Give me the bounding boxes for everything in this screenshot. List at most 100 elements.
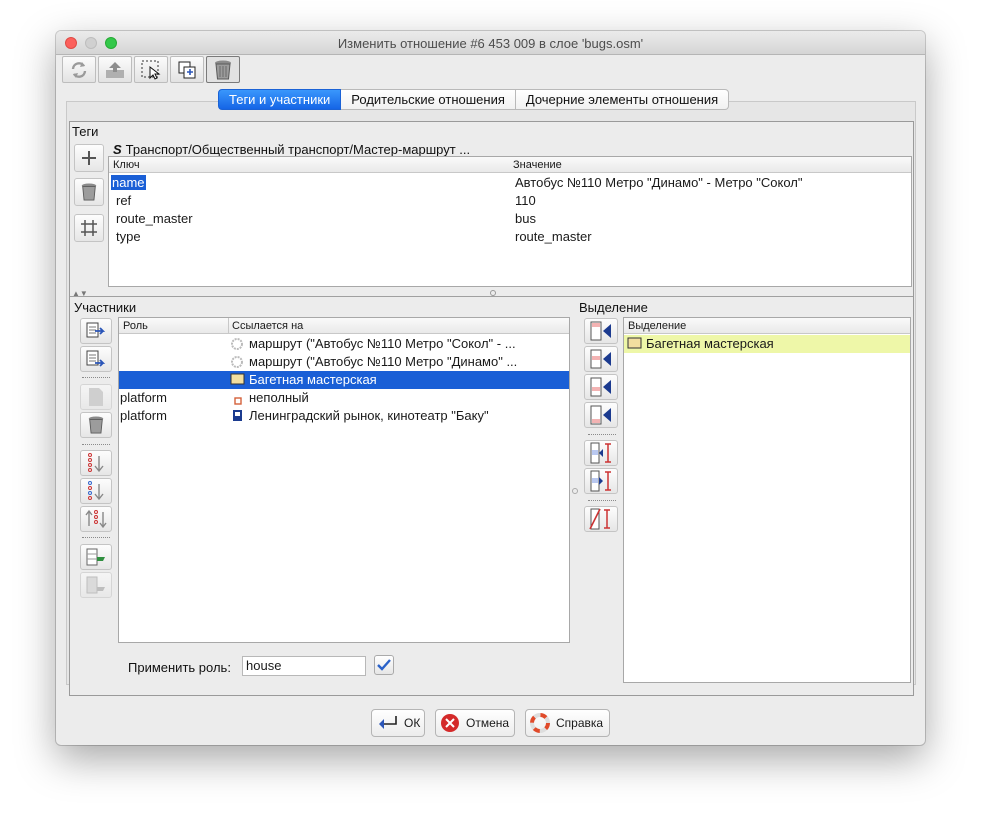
member-row[interactable]: маршрут ("Автобус №110 Метро "Динамо" ..… bbox=[119, 353, 569, 371]
incomplete-icon bbox=[234, 393, 242, 408]
reverse-icon bbox=[85, 509, 107, 529]
add-after-selection-button[interactable] bbox=[584, 468, 618, 494]
tag-row[interactable]: route_master bus bbox=[109, 210, 911, 228]
member-ref: Ленинградский рынок, кинотеатр "Баку" bbox=[249, 408, 489, 423]
upload-button[interactable] bbox=[98, 56, 132, 83]
selection-row[interactable]: Багетная мастерская bbox=[624, 335, 910, 353]
trash-icon bbox=[88, 416, 104, 434]
separator bbox=[82, 377, 110, 378]
remove-selected-icon bbox=[589, 508, 610, 530]
add-member-end-button[interactable] bbox=[80, 346, 112, 372]
trash-icon bbox=[215, 60, 231, 79]
tag-row[interactable]: type route_master bbox=[109, 228, 911, 246]
add-selected-icon bbox=[590, 377, 611, 397]
separator bbox=[588, 434, 616, 435]
move-down-button[interactable] bbox=[80, 450, 112, 476]
tag-value[interactable]: Автобус №110 Метро "Динамо" - Метро "Сок… bbox=[515, 175, 802, 190]
add-tag-button[interactable] bbox=[74, 144, 104, 172]
separator bbox=[82, 537, 110, 538]
title-bar: Изменить отношение #6 453 009 в слое 'bu… bbox=[56, 31, 925, 55]
toolbar bbox=[62, 56, 240, 84]
paste-tags-button[interactable] bbox=[74, 214, 104, 242]
tag-row[interactable]: ref 110 bbox=[109, 192, 911, 210]
multi-plus-icon bbox=[81, 220, 97, 236]
refresh-button[interactable] bbox=[62, 56, 96, 83]
add-member-start-button[interactable] bbox=[80, 318, 112, 344]
member-row[interactable]: platform Ленинградский рынок, кинотеатр … bbox=[119, 407, 569, 425]
member-ref: Багетная мастерская bbox=[249, 372, 377, 387]
key-column-header: Ключ bbox=[113, 159, 140, 171]
help-icon bbox=[530, 713, 550, 733]
member-row[interactable]: маршрут ("Автобус №110 Метро "Сокол" - .… bbox=[119, 335, 569, 353]
window-title: Изменить отношение #6 453 009 в слое 'bu… bbox=[337, 36, 644, 51]
delete-relation-button[interactable] bbox=[206, 56, 240, 83]
split-handle[interactable] bbox=[572, 488, 578, 494]
building-icon bbox=[230, 373, 245, 388]
member-role: platform bbox=[120, 390, 167, 405]
content-panel: Теги S Транспорт/Общественный транспорт/М… bbox=[66, 101, 916, 696]
member-role: platform bbox=[120, 408, 167, 423]
ok-button[interactable]: ОК bbox=[371, 709, 425, 737]
remove-selected-button[interactable] bbox=[584, 506, 618, 532]
tab-child-elements[interactable]: Дочерние элементы отношения bbox=[515, 89, 730, 110]
insert-icon bbox=[590, 442, 611, 464]
tag-key[interactable]: route_master bbox=[116, 211, 193, 226]
insert-icon bbox=[590, 470, 611, 492]
splitter-line bbox=[70, 296, 913, 297]
select-area-button[interactable] bbox=[134, 56, 168, 83]
tags-table-header: Ключ Значение bbox=[109, 157, 911, 173]
edit-member-button[interactable] bbox=[80, 384, 112, 410]
tags-members-panel: Теги S Транспорт/Общественный транспорт/М… bbox=[69, 121, 914, 696]
add-selected-icon bbox=[590, 321, 611, 341]
preset-icon: S bbox=[113, 142, 122, 157]
tag-value[interactable]: 110 bbox=[515, 193, 536, 208]
separator bbox=[588, 500, 616, 501]
sort-icon bbox=[88, 481, 104, 501]
zoom-member-icon bbox=[86, 576, 105, 594]
tag-key[interactable]: ref bbox=[116, 193, 131, 208]
member-row-selected[interactable]: Багетная мастерская bbox=[119, 371, 569, 389]
move-down-icon bbox=[88, 453, 104, 473]
add-selected-end-button[interactable] bbox=[584, 402, 618, 428]
role-input[interactable]: house bbox=[242, 656, 366, 676]
duplicate-button[interactable] bbox=[170, 56, 204, 83]
ok-arrow-icon bbox=[379, 716, 397, 729]
members-table: Роль Ссылается на маршрут ("Автобус №110… bbox=[118, 317, 570, 643]
cancel-button[interactable]: Отмена bbox=[435, 709, 515, 737]
add-selected-after-button[interactable] bbox=[584, 374, 618, 400]
tab-parent-relations[interactable]: Родительские отношения bbox=[341, 89, 516, 110]
building-icon bbox=[627, 337, 642, 352]
preset-path[interactable]: S Транспорт/Общественный транспорт/Мастер… bbox=[113, 142, 470, 157]
tag-key[interactable]: name bbox=[111, 175, 146, 190]
sort-button[interactable] bbox=[80, 478, 112, 504]
member-ref: маршрут ("Автобус №110 Метро "Динамо" ..… bbox=[249, 354, 518, 369]
reverse-button[interactable] bbox=[80, 506, 112, 532]
tab-tags-members[interactable]: Теги и участники bbox=[218, 89, 342, 110]
selection-column-header: Выделение bbox=[628, 320, 687, 332]
member-row[interactable]: platform неполный bbox=[119, 389, 569, 407]
add-at-selection-button[interactable] bbox=[584, 440, 618, 466]
apply-role-button[interactable] bbox=[374, 655, 394, 675]
select-members-icon bbox=[86, 548, 105, 566]
tag-value[interactable]: route_master bbox=[515, 229, 592, 244]
delete-tag-button[interactable] bbox=[74, 178, 104, 206]
tag-row[interactable]: name Автобус №110 Метро "Динамо" - Метро… bbox=[109, 174, 911, 192]
tab-bar: Теги и участники Родительские отношения … bbox=[218, 89, 730, 111]
select-area-icon bbox=[141, 60, 161, 80]
help-button[interactable]: Справка bbox=[525, 709, 610, 737]
upload-icon bbox=[106, 61, 124, 78]
add-selected-icon bbox=[590, 349, 611, 369]
zoom-to-member-button[interactable] bbox=[80, 572, 112, 598]
add-selected-before-button[interactable] bbox=[584, 346, 618, 372]
members-table-header: Роль Ссылается на bbox=[119, 318, 569, 334]
refresh-icon bbox=[71, 61, 87, 78]
checkmark-icon bbox=[377, 659, 391, 671]
trash-icon bbox=[81, 183, 97, 201]
delete-member-button[interactable] bbox=[80, 412, 112, 438]
bus-stop-icon bbox=[232, 409, 243, 425]
tag-key[interactable]: type bbox=[116, 229, 141, 244]
relation-editor-window: Изменить отношение #6 453 009 в слое 'bu… bbox=[56, 31, 925, 745]
tag-value[interactable]: bus bbox=[515, 211, 536, 226]
add-selected-start-button[interactable] bbox=[584, 318, 618, 344]
select-members-button[interactable] bbox=[80, 544, 112, 570]
